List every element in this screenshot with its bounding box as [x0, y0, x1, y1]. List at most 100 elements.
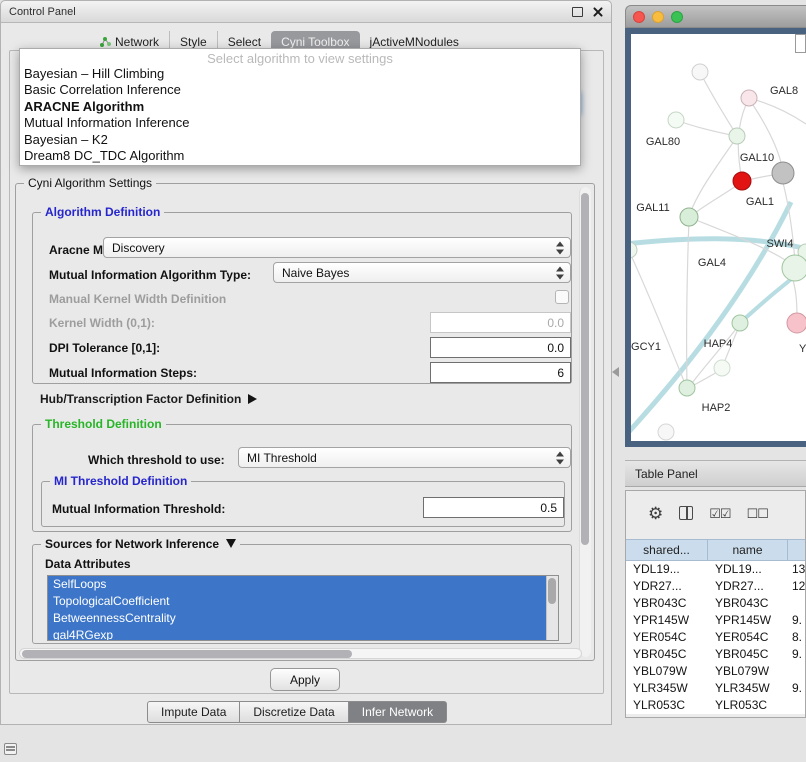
close-traffic-light[interactable] [633, 11, 645, 23]
control-panel-window: Control Panel Network Style Select Cyni … [0, 0, 612, 725]
node[interactable] [679, 380, 695, 396]
node[interactable] [692, 64, 708, 80]
tab-infer-network-label: Infer Network [362, 705, 433, 719]
cell: YLR345W [626, 680, 708, 697]
columns-icon[interactable] [679, 506, 693, 520]
dropdown-option[interactable]: Mutual Information Inference [20, 115, 580, 131]
mi-steps-field[interactable]: 6 [430, 362, 571, 383]
select-all-icon[interactable]: ☑☑ [709, 507, 730, 520]
cell: YBR045C [626, 646, 708, 663]
settings-group-title: Cyni Algorithm Settings [24, 176, 156, 190]
node-label: Y [799, 343, 806, 355]
cell: 9. [788, 612, 805, 629]
combo-arrows-icon [556, 266, 564, 279]
table-row[interactable]: YDL19... YDL19... 13 [626, 561, 805, 578]
table-row[interactable]: YLR345W YLR345W 9. [626, 680, 805, 697]
scrollbar-thumb[interactable] [581, 193, 589, 545]
kernel-width-field[interactable]: 0.0 [430, 312, 571, 333]
table-row[interactable]: YBR043C YBR043C [626, 595, 805, 612]
node-label: SWI4 [767, 238, 794, 250]
minimized-panel-icon[interactable] [4, 743, 17, 755]
combo-arrows-icon [556, 241, 564, 254]
manual-kernel-checkbox[interactable] [555, 290, 569, 304]
node-red[interactable] [733, 172, 751, 190]
network-tab-icon [99, 36, 111, 48]
sources-toggle[interactable]: Sources for Network Inference [41, 537, 240, 551]
node[interactable] [772, 162, 794, 184]
cell: YDL19... [626, 561, 708, 578]
column-header-name[interactable]: name [708, 540, 788, 560]
node-pink[interactable] [787, 313, 806, 333]
cell: YBR043C [708, 595, 788, 612]
cell [788, 595, 805, 612]
cell: YPR145W [626, 612, 708, 629]
float-window-icon[interactable] [572, 7, 583, 17]
data-attributes-list[interactable]: SelfLoops TopologicalCoefficient Between… [47, 575, 559, 641]
minimize-traffic-light[interactable] [652, 11, 664, 23]
birdseye-toggle[interactable] [795, 34, 806, 53]
list-item[interactable]: TopologicalCoefficient [48, 593, 546, 610]
table-row[interactable]: YDR27... YDR27... 12 [626, 578, 805, 595]
network-window-titlebar[interactable] [625, 5, 806, 28]
apply-button[interactable]: Apply [270, 668, 340, 691]
hub-definition-label: Hub/Transcription Factor Definition [40, 392, 241, 406]
node[interactable] [732, 315, 748, 331]
tab-impute-data[interactable]: Impute Data [147, 701, 240, 723]
zoom-traffic-light[interactable] [671, 11, 683, 23]
dropdown-option[interactable]: Dream8 DC_TDC Algorithm [20, 148, 580, 164]
table-row[interactable]: YBL079W YBL079W [626, 663, 805, 680]
sources-title: Sources for Network Inference [45, 537, 219, 551]
tab-infer-network[interactable]: Infer Network [349, 701, 447, 723]
dropdown-option-selected[interactable]: ARACNE Algorithm [20, 99, 580, 115]
cell: YBL079W [708, 663, 788, 680]
node[interactable] [741, 90, 757, 106]
aracne-mode-select[interactable]: Discovery [103, 237, 571, 258]
mi-threshold-label: Mutual Information Threshold: [52, 502, 225, 516]
node[interactable] [714, 360, 730, 376]
list-item[interactable]: gal4RGexp [48, 627, 546, 641]
node[interactable] [680, 208, 698, 226]
dpi-tolerance-field[interactable]: 0.0 [430, 337, 571, 358]
network-canvas[interactable]: GAL8 GAL80 GAL10 GAL11 GAL1 SWI4 GAL4 GC… [625, 28, 806, 447]
control-panel-titlebar[interactable]: Control Panel [1, 1, 611, 23]
table-row[interactable]: YLR053C YLR053C [626, 697, 805, 714]
settings-horizontal-scrollbar[interactable] [19, 648, 582, 659]
dpi-tolerance-value: 0.0 [547, 341, 564, 355]
hub-definition-toggle[interactable]: Hub/Transcription Factor Definition [40, 392, 257, 406]
mi-threshold-group: MI Threshold Definition Mutual Informati… [41, 481, 565, 527]
column-header-shared[interactable]: shared... [626, 540, 708, 560]
mi-type-value: Naive Bayes [282, 266, 349, 280]
column-header-label: shared... [643, 543, 690, 557]
node[interactable] [668, 112, 684, 128]
deselect-all-icon[interactable]: ☐☐ [747, 507, 768, 520]
list-vertical-scrollbar[interactable] [546, 576, 558, 640]
settings-vertical-scrollbar[interactable] [579, 187, 591, 657]
splitter-arrow-icon[interactable] [612, 367, 619, 377]
mi-type-select[interactable]: Naive Bayes [273, 262, 571, 283]
dropdown-option[interactable]: Bayesian – K2 [20, 132, 580, 148]
column-header-cut[interactable] [788, 540, 805, 560]
mi-steps-label: Mutual Information Steps: [49, 366, 197, 380]
list-item[interactable]: BetweennessCentrality [48, 610, 546, 627]
gear-icon[interactable]: ⚙ [648, 505, 663, 522]
table-row[interactable]: YER054C YER054C 8. [626, 629, 805, 646]
node[interactable] [658, 424, 674, 440]
node-label: HAP2 [702, 402, 731, 414]
cell: YDL19... [708, 561, 788, 578]
table-row[interactable]: YBR045C YBR045C 9. [626, 646, 805, 663]
node[interactable] [729, 128, 745, 144]
which-threshold-select[interactable]: MI Threshold [238, 447, 571, 468]
table-row[interactable]: YPR145W YPR145W 9. [626, 612, 805, 629]
table-panel-titlebar[interactable]: Table Panel [625, 460, 806, 487]
scrollbar-thumb[interactable] [548, 578, 556, 604]
dropdown-option[interactable]: Basic Correlation Inference [20, 82, 580, 98]
mi-threshold-field[interactable]: 0.5 [423, 497, 564, 518]
dropdown-placeholder: Select algorithm to view settings [20, 51, 580, 66]
dropdown-option[interactable]: Bayesian – Hill Climbing [20, 66, 580, 82]
cell: YER054C [708, 629, 788, 646]
tab-discretize-data[interactable]: Discretize Data [240, 701, 348, 723]
list-item[interactable]: SelfLoops [48, 576, 546, 593]
close-icon[interactable] [592, 6, 603, 17]
node[interactable] [782, 255, 806, 281]
scrollbar-thumb[interactable] [22, 650, 352, 658]
